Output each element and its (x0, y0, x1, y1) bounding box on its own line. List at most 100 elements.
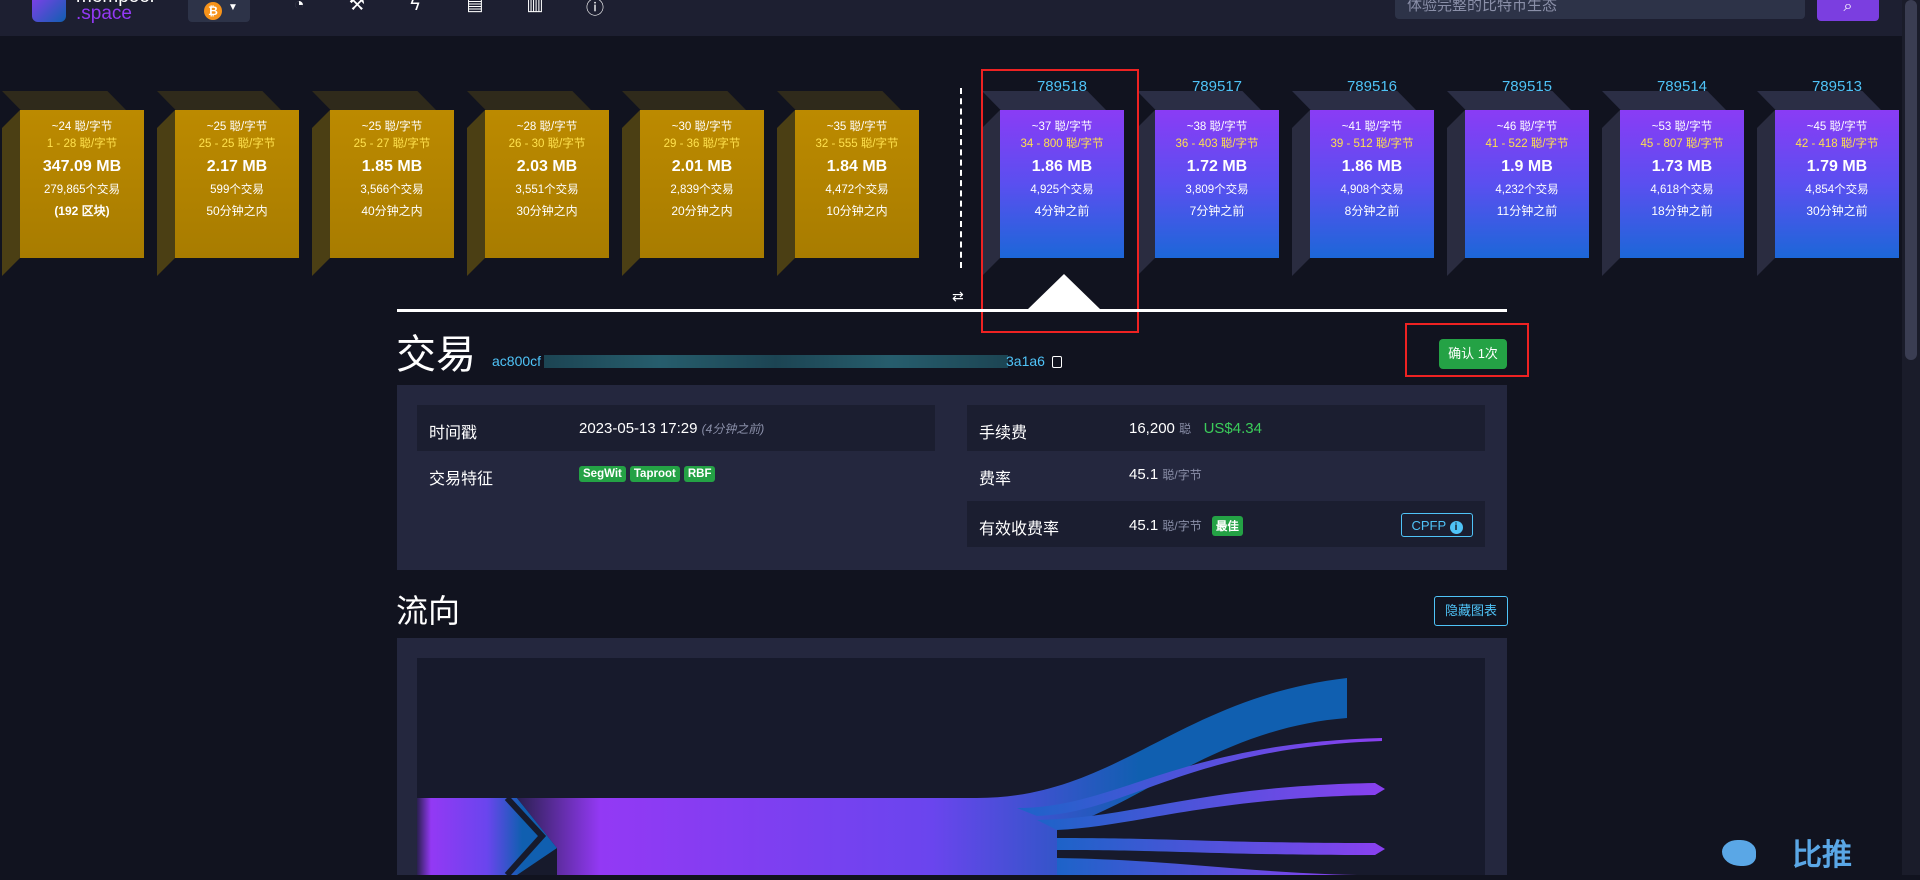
swap-icon[interactable]: ⇄ (952, 288, 964, 305)
block-fee-range: 25 - 27 聪/字节 (353, 138, 431, 150)
block-front-face: ~25 聪/字节 25 - 25 聪/字节 2.17 MB 599个交易 50分钟之内 (175, 110, 299, 258)
block-side-face (1292, 110, 1310, 276)
search-input[interactable] (1395, 0, 1805, 19)
dashboard-icon[interactable]: ◔ (286, 0, 312, 16)
mempool-logo[interactable] (32, 0, 66, 22)
flow-sankey (417, 678, 1385, 878)
block-side-face (2, 110, 20, 276)
effective-fee-rate-value: 45.1 聪/字节 最佳 (1129, 516, 1247, 536)
tx-hash-end[interactable]: 3a1a6 (1006, 353, 1045, 369)
confirmation-badge[interactable]: 确认 1次 (1439, 339, 1507, 369)
block-top-face (622, 91, 746, 110)
block-tx-count: 3,809个交易 (1185, 184, 1249, 196)
network-selector[interactable]: ₿ ▼ (188, 0, 250, 22)
effective-fee-rate-label: 有效收费率 (979, 521, 1060, 538)
tx-hash-start[interactable]: ac800cf (492, 353, 541, 369)
fee-rate-row: 费率 45.1 聪/字节 (967, 451, 1485, 497)
feature-tag-taproot[interactable]: Taproot (629, 466, 680, 482)
block-top-face (467, 91, 591, 110)
mining-icon[interactable]: ⚒ (344, 0, 370, 16)
block-tx-count: 599个交易 (210, 184, 264, 196)
copy-icon[interactable] (1052, 356, 1062, 368)
block-front-face: ~45 聪/字节 42 - 418 聪/字节 1.79 MB 4,854个交易 30分钟… (1775, 110, 1899, 258)
pending-block[interactable]: ~35 聪/字节 32 - 555 聪/字节 1.84 MB 4,472个交易 10分钟… (777, 91, 919, 276)
selected-block-pointer (1027, 274, 1101, 310)
flow-output-3 (1057, 838, 1385, 855)
cpfp-button[interactable]: CPFP i (1401, 513, 1473, 537)
block-time: 7分钟之前 (1189, 204, 1245, 218)
block-fee-range: 1 - 28 聪/字节 (46, 138, 118, 150)
fee-rate-amount: 45.1 (1129, 466, 1159, 483)
block-top-face (157, 91, 281, 110)
block-median-fee: ~41 聪/字节 (1341, 121, 1403, 133)
block-height-link[interactable]: 789514 (1620, 78, 1744, 95)
block-tx-count: 3,551个交易 (515, 184, 579, 196)
about-icon[interactable]: ⓘ (582, 0, 608, 18)
mined-block[interactable]: ~45 聪/字节 42 - 418 聪/字节 1.79 MB 4,854个交易 30分钟… (1757, 91, 1899, 276)
block-median-fee: ~30 聪/字节 (671, 121, 733, 133)
feature-tag-rbf[interactable]: RBF (683, 466, 716, 482)
mempool-divider (960, 88, 962, 268)
block-side-face (467, 110, 485, 276)
lightning-icon[interactable]: ϟ (402, 0, 428, 16)
pending-block[interactable]: ~24 聪/字节 1 - 28 聪/字节 347.09 MB 279,865个交易 (1… (2, 91, 144, 276)
block-median-fee: ~45 聪/字节 (1806, 121, 1868, 133)
docs-icon[interactable]: ▥ (522, 0, 548, 16)
search-icon: ⌕ (1843, 0, 1853, 15)
block-fee-range: 32 - 555 聪/字节 (815, 138, 899, 150)
block-fee-range: 45 - 807 聪/字节 (1640, 138, 1724, 150)
block-median-fee: ~25 聪/字节 (206, 121, 268, 133)
block-side-face (1447, 110, 1465, 276)
block-top-face (312, 91, 436, 110)
block-tx-count: 4,472个交易 (825, 184, 889, 196)
watermark: 比推 (1722, 830, 1862, 875)
block-size: 347.09 MB (42, 158, 122, 175)
block-size: 1.9 MB (1501, 158, 1553, 175)
block-front-face: ~53 聪/字节 45 - 807 聪/字节 1.73 MB 4,618个交易 18分钟… (1620, 110, 1744, 258)
block-tx-count: 4,908个交易 (1340, 184, 1404, 196)
block-height-link[interactable]: 789517 (1155, 78, 1279, 95)
hide-chart-button[interactable]: 隐藏图表 (1434, 596, 1508, 626)
fee-rate-value: 45.1 聪/字节 (1129, 466, 1202, 483)
blocks-icon[interactable]: ▤ (462, 0, 488, 16)
page-title: 交易 (396, 333, 476, 377)
block-height-link[interactable]: 789513 (1775, 78, 1899, 95)
block-time: 50分钟之内 (206, 204, 268, 218)
separator-line (397, 309, 1507, 312)
top-navbar: mempool .space ₿ ▼ ◔ ⚒ ϟ ▤ ▥ ⓘ ⌕ (0, 0, 1920, 36)
block-side-face (1137, 110, 1155, 276)
search-button[interactable]: ⌕ (1817, 0, 1879, 21)
fee-label: 手续费 (979, 425, 1028, 442)
mined-block[interactable]: ~41 聪/字节 39 - 512 聪/字节 1.86 MB 4,908个交易 8分钟之… (1292, 91, 1434, 276)
fee-usd: US$4.34 (1203, 420, 1262, 437)
pending-block[interactable]: ~30 聪/字节 29 - 36 聪/字节 2.01 MB 2,839个交易 20分钟之… (622, 91, 764, 276)
scrollbar-thumb[interactable] (1905, 0, 1917, 360)
block-top-face (777, 91, 901, 110)
block-time: 30分钟之前 (1806, 204, 1868, 218)
block-front-face: ~35 聪/字节 32 - 555 聪/字节 1.84 MB 4,472个交易 10分钟… (795, 110, 919, 258)
info-icon: i (1449, 521, 1463, 534)
block-fee-range: 41 - 522 聪/字节 (1485, 138, 1569, 150)
block-size: 2.17 MB (206, 158, 268, 175)
bitcoin-icon: ₿ (204, 2, 222, 20)
block-front-face: ~24 聪/字节 1 - 28 聪/字节 347.09 MB 279,865个交易 (1… (20, 110, 144, 258)
block-height-link[interactable]: 789515 (1465, 78, 1589, 95)
mined-block[interactable]: ~46 聪/字节 41 - 522 聪/字节 1.9 MB 4,232个交易 11分钟之… (1447, 91, 1589, 276)
block-median-fee: ~46 聪/字节 (1496, 121, 1558, 133)
pending-block[interactable]: ~25 聪/字节 25 - 25 聪/字节 2.17 MB 599个交易 50分钟之内 (157, 91, 299, 276)
feature-tag-segwit[interactable]: SegWit (579, 466, 626, 482)
cpfp-label: CPFP (1411, 518, 1446, 533)
mined-block[interactable]: ~53 聪/字节 45 - 807 聪/字节 1.73 MB 4,618个交易 18分钟… (1602, 91, 1744, 276)
logo-text[interactable]: mempool .space (76, 0, 154, 23)
effective-fee-rate-row: 有效收费率 45.1 聪/字节 最佳 CPFP i (967, 501, 1485, 547)
block-front-face: ~46 聪/字节 41 - 522 聪/字节 1.9 MB 4,232个交易 11分钟之… (1465, 110, 1589, 258)
block-tx-count: 279,865个交易 (43, 184, 121, 196)
block-fee-range: 26 - 30 聪/字节 (508, 138, 586, 150)
block-side-face (1757, 110, 1775, 276)
block-height-link[interactable]: 789516 (1310, 78, 1434, 95)
pending-block[interactable]: ~25 聪/字节 25 - 27 聪/字节 1.85 MB 3,566个交易 40分钟之… (312, 91, 454, 276)
timestamp-row: 时间戳 2023-05-13 17:29 (4分钟之前) (417, 405, 935, 451)
pending-block[interactable]: ~28 聪/字节 26 - 30 聪/字节 2.03 MB 3,551个交易 30分钟之… (467, 91, 609, 276)
mined-block[interactable]: ~38 聪/字节 36 - 403 聪/字节 1.72 MB 3,809个交易 7分钟之… (1137, 91, 1279, 276)
block-size: 2.01 MB (671, 158, 733, 175)
